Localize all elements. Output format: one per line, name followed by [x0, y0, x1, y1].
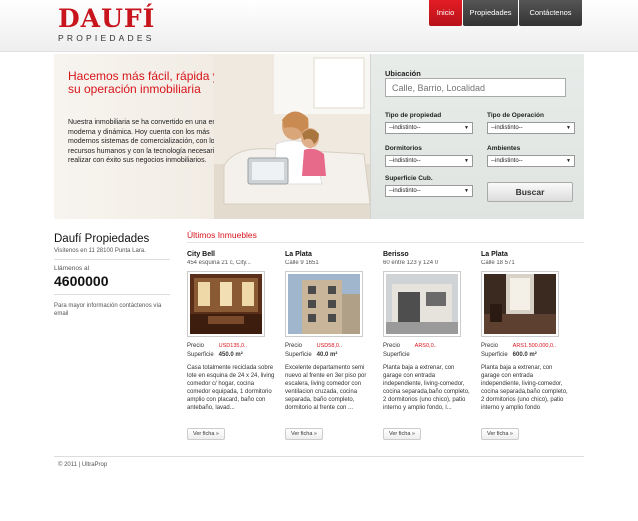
listing-price: USD135,0.. — [218, 343, 248, 349]
listing-photo[interactable] — [383, 271, 461, 337]
listing-price-row: Precio ARS0,0.. — [383, 343, 471, 349]
tipo-operacion-value: --indistinto-- — [491, 125, 523, 131]
listing-price: USD58,0.. — [316, 343, 343, 349]
listing-price: ARS0,0.. — [414, 343, 437, 349]
listing-address: 454 esquina 21 c, City... — [187, 260, 251, 266]
price-label: Precio — [481, 343, 499, 349]
listing-city[interactable]: City Bell — [187, 251, 275, 258]
listing-surface-row: Superficie 600.0 m² — [481, 352, 569, 358]
listing-photo[interactable] — [481, 271, 559, 337]
chevron-down-icon: ▼ — [566, 158, 571, 164]
footer-divider — [54, 456, 584, 457]
agency-address: Visítenos en 11 28100 Punta Lara. — [54, 248, 146, 254]
listing-price-row: Precio USD58,0.. — [285, 343, 373, 349]
hero-family-photo — [214, 54, 370, 219]
listing-surface: 600.0 m² — [512, 352, 537, 358]
hero-text: Nuestra inmobiliaria se ha convertido en… — [68, 119, 238, 164]
listing-address: 60 entre 123 y 124 0 — [383, 260, 439, 266]
listing-surface: 450.0 m² — [218, 352, 243, 358]
listing-description: Planta baja a extrenar, con garage con e… — [383, 365, 470, 411]
superficie-label: Superficie Cub. — [385, 175, 433, 182]
listing-surface-row: Superficie 450.0 m² — [187, 352, 275, 358]
ver-ficha-button[interactable]: Ver ficha » — [383, 428, 421, 440]
chevron-down-icon: ▼ — [464, 125, 469, 131]
tipo-propiedad-label: Tipo de propiedad — [385, 112, 442, 119]
ambientes-label: Ambientes — [487, 145, 521, 152]
listing-price-row: Precio USD135,0.. — [187, 343, 275, 349]
tipo-propiedad-value: --indistinto-- — [389, 125, 421, 131]
price-label: Precio — [285, 343, 303, 349]
contact-info: Para mayor información contáctenos vía e… — [54, 303, 162, 317]
header: DAUFÍ PROPIEDADES Inicio Propiedades Con… — [0, 0, 638, 52]
divider — [54, 259, 170, 260]
ver-ficha-button[interactable]: Ver ficha » — [481, 428, 519, 440]
tipo-operacion-select[interactable]: --indistinto-- ▼ — [487, 122, 575, 134]
dormitorios-select[interactable]: --indistinto-- ▼ — [385, 155, 473, 167]
superficie-select[interactable]: --indistinto-- ▼ — [385, 185, 473, 197]
tipo-propiedad-select[interactable]: --indistinto-- ▼ — [385, 122, 473, 134]
listing-description: Planta baja a extrenar, con garage con e… — [481, 365, 568, 411]
dormitorios-value: --indistinto-- — [389, 158, 421, 164]
footer-copyright: © 2011 | UltraProp — [58, 462, 108, 468]
chevron-down-icon: ▼ — [464, 188, 469, 194]
nav-item-propiedades[interactable]: Propiedades — [463, 0, 518, 26]
listing-city[interactable]: La Plata — [481, 251, 569, 258]
logo-text: DAUFÍ — [58, 4, 156, 33]
listing-card: La Plata Calle 9 1651 Precio USD58,0.. S… — [285, 251, 373, 440]
logo[interactable]: DAUFÍ PROPIEDADES — [58, 4, 168, 44]
listing-surface-row: Superficie 40.0 m² — [285, 352, 373, 358]
divider — [187, 242, 584, 243]
price-label: Precio — [187, 343, 205, 349]
listing-price-row: Precio ARS1.500.000,0.. — [481, 343, 569, 349]
listing-price: ARS1.500.000,0.. — [512, 343, 557, 349]
listing-surface: 40.0 m² — [316, 352, 338, 358]
ver-ficha-button[interactable]: Ver ficha » — [285, 428, 323, 440]
listing-surface-row: Superficie — [383, 352, 471, 358]
ambientes-value: --indistinto-- — [491, 158, 523, 164]
logo-subtext: PROPIEDADES — [58, 33, 155, 43]
nav-item-contactenos[interactable]: Contáctenos — [519, 0, 582, 26]
nav-item-inicio[interactable]: Inicio — [429, 0, 462, 26]
price-label: Precio — [383, 343, 401, 349]
listing-card: La Plata Calle 18 571 Precio ARS1.500.00… — [481, 251, 569, 440]
listing-photo-house — [386, 274, 458, 334]
listing-city[interactable]: La Plata — [285, 251, 373, 258]
main-nav: Inicio Propiedades Contáctenos — [429, 0, 583, 26]
agency-title: Daufí Propiedades — [54, 233, 150, 245]
listing-address: Calle 18 571 — [481, 260, 515, 266]
listing-photo-building — [288, 274, 360, 334]
superficie-value: --indistinto-- — [389, 188, 421, 194]
search-panel: Ubicación Tipo de propiedad --indistinto… — [370, 54, 584, 219]
ver-ficha-button[interactable]: Ver ficha » — [187, 428, 225, 440]
surface-label: Superficie — [187, 352, 214, 358]
listing-address: Calle 9 1651 — [285, 260, 319, 266]
agency-info: Daufí Propiedades Visítenos en 11 28100 … — [54, 233, 170, 318]
buscar-button[interactable]: Buscar — [487, 182, 573, 202]
hero-banner: Hacemos más fácil, rápida y segura su op… — [54, 54, 370, 219]
ubicacion-input[interactable] — [385, 78, 566, 97]
surface-label: Superficie — [383, 352, 410, 358]
dormitorios-label: Dormitorios — [385, 145, 422, 152]
listing-photo[interactable] — [285, 271, 363, 337]
listing-card: Berisso 60 entre 123 y 124 0 Precio ARS0… — [383, 251, 471, 440]
surface-label: Superficie — [285, 352, 312, 358]
listing-photo-room — [484, 274, 556, 334]
phone-number: 4600000 — [54, 273, 109, 289]
listing-card: City Bell 454 esquina 21 c, City... Prec… — [187, 251, 275, 440]
chevron-down-icon: ▼ — [464, 158, 469, 164]
listing-description: Casa totalmente reciclada sobre lote en … — [187, 365, 275, 411]
listing-city[interactable]: Berisso — [383, 251, 471, 258]
divider — [54, 294, 170, 295]
call-label: Llámenos al — [54, 265, 90, 272]
chevron-down-icon: ▼ — [566, 125, 571, 131]
listing-photo[interactable] — [187, 271, 265, 337]
ubicacion-label: Ubicación — [385, 69, 421, 78]
ambientes-select[interactable]: --indistinto-- ▼ — [487, 155, 575, 167]
listing-description: Excelente departamento semi nuevo al fre… — [285, 365, 367, 411]
listing-photo-interior — [190, 274, 262, 334]
tipo-operacion-label: Tipo de Operación — [487, 112, 544, 119]
surface-label: Superficie — [481, 352, 508, 358]
listings-title: Últimos Inmuebles — [187, 230, 257, 240]
